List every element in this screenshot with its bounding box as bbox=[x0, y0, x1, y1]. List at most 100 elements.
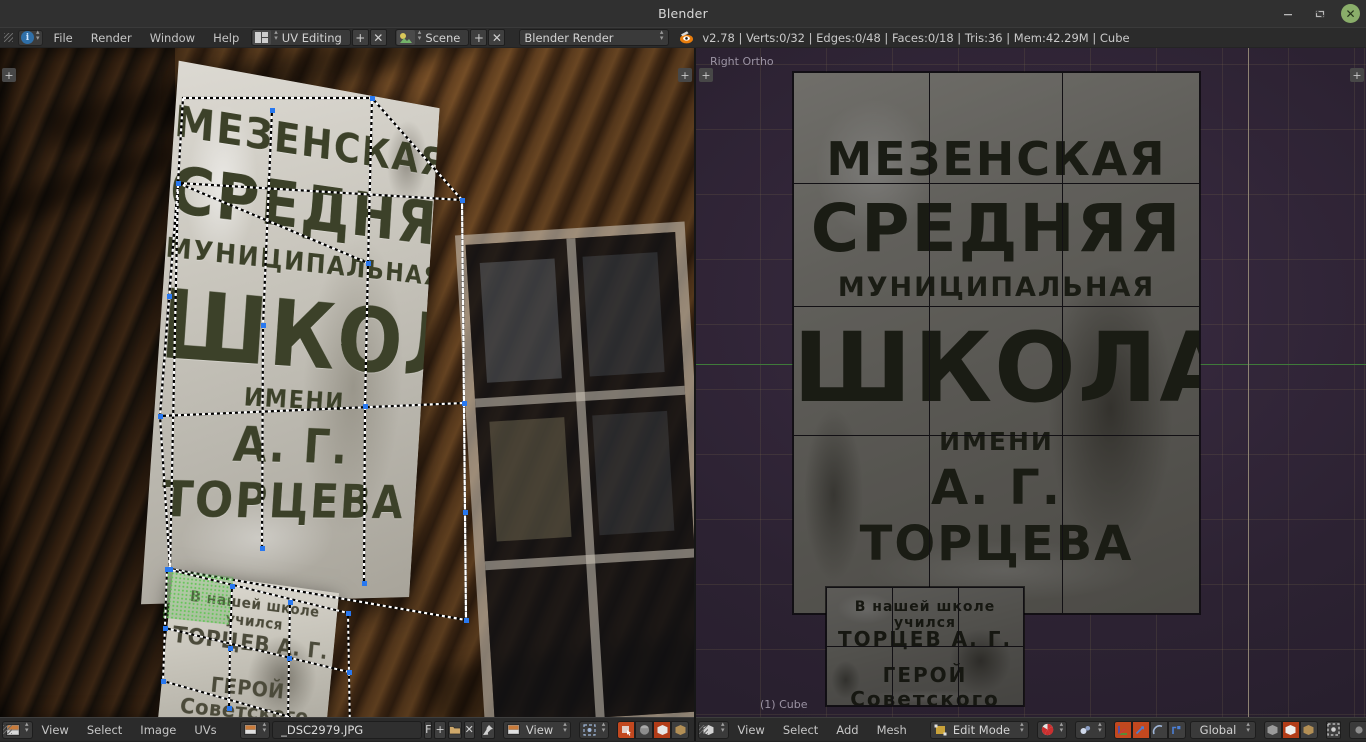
mesh-edge bbox=[1199, 72, 1200, 614]
mesh-plane-large[interactable]: МЕЗЕНСКАЯ СРЕДНЯЯ МУНИЦИПАЛЬНАЯ ШКОЛА ИМ… bbox=[793, 72, 1200, 614]
viewport-right-panel-toggle[interactable]: + bbox=[1350, 68, 1364, 82]
render-engine-dropdown[interactable]: Blender Render ▴▾ bbox=[519, 29, 669, 46]
status-info-text: v2.78 | Verts:0/32 | Edges:0/48 | Faces:… bbox=[702, 31, 1129, 45]
manipulator-toggle-button[interactable] bbox=[1114, 721, 1132, 739]
viewport-left-panel-toggle[interactable]: + bbox=[699, 68, 713, 82]
uv-select-island-button[interactable] bbox=[671, 721, 689, 739]
uv-view-mode-value: View bbox=[523, 723, 560, 737]
axis-line-z bbox=[1248, 48, 1249, 717]
uv-right-panel-toggle[interactable]: + bbox=[678, 68, 692, 82]
image-icon bbox=[504, 722, 523, 738]
close-button[interactable]: ✕ bbox=[1341, 4, 1360, 23]
chevron-updown-icon: ▴▾ bbox=[721, 724, 725, 736]
uv-left-panel-toggle[interactable]: + bbox=[2, 68, 16, 82]
mesh-edge bbox=[826, 587, 827, 706]
snap-element-dropdown[interactable]: ▴▾ bbox=[1349, 721, 1366, 739]
uv-menu-select[interactable]: Select bbox=[78, 718, 131, 742]
photo-sign-large: МЕЗЕНСКАЯ СРЕДНЯЯ МУНИЦИПАЛЬНАЯ ШКОЛА ИМ… bbox=[141, 61, 440, 605]
shading-solid-button[interactable] bbox=[1264, 721, 1282, 739]
scene-value: Scene bbox=[421, 31, 468, 45]
minimize-button[interactable] bbox=[1277, 3, 1299, 25]
fake-user-button[interactable]: F bbox=[424, 721, 432, 739]
mesh-select-mode-icon bbox=[1038, 722, 1057, 738]
chevron-updown-icon: ▴▾ bbox=[1020, 724, 1024, 736]
viewport-header: ▴▾ View Select Add Mesh Edit Mode ▴▾ ▴▾ … bbox=[696, 717, 1366, 741]
mesh-text-line: МЕЗЕНСКАЯ bbox=[793, 132, 1200, 186]
occlude-geometry-button[interactable] bbox=[1326, 721, 1341, 739]
manipulator-scale-button[interactable] bbox=[1168, 721, 1186, 739]
image-data-icon bbox=[241, 722, 260, 738]
add-screen-layout-button[interactable]: + bbox=[352, 29, 369, 46]
shading-material-button[interactable] bbox=[1300, 721, 1318, 739]
pin-image-button[interactable] bbox=[481, 721, 495, 739]
mesh-edge bbox=[793, 183, 1200, 184]
add-scene-button[interactable]: + bbox=[470, 29, 487, 46]
photo-sign-small: В нашей школе учился ТОРЦЕВ А. Г. ГЕРОЙ … bbox=[157, 571, 339, 717]
uv-background-image: МЕЗЕНСКАЯ СРЕДНЯЯ МУНИЦИПАЛЬНАЯ ШКОЛА ИМ… bbox=[0, 48, 694, 717]
pivot-point-dropdown[interactable]: ▴▾ bbox=[1075, 721, 1106, 739]
scene-dropdown[interactable]: ▴▾ Scene bbox=[395, 29, 470, 46]
screen-layout-dropdown[interactable]: ▴▾ UV Editing bbox=[251, 29, 351, 46]
shading-texture-button[interactable] bbox=[1282, 721, 1300, 739]
uv-editor-header: ▴▾ View Select Image UVs ▴▾ _DSC2979.JPG… bbox=[0, 717, 694, 741]
viewport-mode-value: Edit Mode bbox=[950, 723, 1017, 737]
chevron-updown-icon: ▴▾ bbox=[25, 724, 29, 736]
edit-mode-icon bbox=[931, 722, 950, 738]
main-menubar: i ▴▾ File Render Window Help ▴▾ UV Editi… bbox=[0, 27, 1366, 47]
sign-line: А. Г. ТОРЦЕВА bbox=[146, 412, 420, 529]
menu-render[interactable]: Render bbox=[82, 28, 141, 48]
window-controls: ✕ bbox=[1277, 0, 1360, 27]
screen-layout-icon bbox=[253, 30, 271, 45]
mesh-text-line: ИМЕНИ bbox=[793, 427, 1200, 456]
unlink-image-button[interactable]: ✕ bbox=[464, 721, 475, 739]
window-title: Blender bbox=[658, 6, 708, 21]
photo-window bbox=[455, 221, 694, 717]
image-datablock-selector[interactable]: ▴▾ bbox=[240, 721, 271, 739]
manipulator-translate-button[interactable] bbox=[1132, 721, 1150, 739]
menu-window[interactable]: Window bbox=[141, 28, 204, 48]
mesh-text-line: СРЕДНЯЯ bbox=[793, 190, 1200, 267]
uv-menu-view[interactable]: View bbox=[33, 718, 78, 742]
viewport-menu-view[interactable]: View bbox=[729, 718, 774, 742]
uv-select-edge-button[interactable] bbox=[635, 721, 653, 739]
uv-menu-uvs[interactable]: UVs bbox=[185, 718, 225, 742]
chevron-updown-icon: ▴▾ bbox=[263, 724, 267, 736]
new-image-button[interactable]: + bbox=[434, 721, 445, 739]
uv-menu-image[interactable]: Image bbox=[131, 718, 185, 742]
mesh-text-line: А. Г. ТОРЦЕВА bbox=[793, 460, 1200, 572]
transform-orientation-dropdown[interactable]: Global ▴▾ bbox=[1190, 721, 1256, 739]
delete-scene-button[interactable]: ✕ bbox=[488, 29, 505, 46]
mesh-edge bbox=[793, 72, 794, 614]
close-icon: ✕ bbox=[1345, 7, 1355, 21]
manipulator-group bbox=[1114, 721, 1186, 739]
mesh-edge bbox=[929, 72, 930, 614]
viewport-menu-add[interactable]: Add bbox=[827, 718, 867, 742]
render-engine-value: Blender Render bbox=[520, 31, 621, 45]
viewport-menu-mesh[interactable]: Mesh bbox=[868, 718, 916, 742]
viewport-view-label: Right Ortho bbox=[710, 55, 774, 68]
maximize-button[interactable] bbox=[1309, 3, 1331, 25]
open-image-button[interactable] bbox=[448, 721, 462, 739]
uv-view-mode-dropdown[interactable]: View ▴▾ bbox=[503, 721, 571, 739]
viewport-menu-select[interactable]: Select bbox=[774, 718, 827, 742]
uv-image-editor[interactable]: МЕЗЕНСКАЯ СРЕДНЯЯ МУНИЦИПАЛЬНАЯ ШКОЛА ИМ… bbox=[0, 48, 694, 717]
viewport-mode-dropdown[interactable]: Edit Mode ▴▾ bbox=[930, 721, 1029, 739]
mesh-edge bbox=[826, 587, 1024, 588]
editor-type-selector[interactable]: i ▴▾ bbox=[18, 30, 43, 46]
manipulator-rotate-button[interactable] bbox=[1150, 721, 1168, 739]
chevron-updown-icon: ▴▾ bbox=[602, 724, 606, 736]
mesh-text-line: МУНИЦИПАЛЬНАЯ bbox=[793, 272, 1200, 303]
menu-help[interactable]: Help bbox=[204, 28, 248, 48]
uv-sync-selection-toggle[interactable]: ▴▾ bbox=[579, 721, 610, 739]
editor-grip[interactable] bbox=[2, 30, 16, 46]
mesh-edge bbox=[826, 705, 1024, 706]
menu-file[interactable]: File bbox=[45, 28, 82, 48]
3d-viewport[interactable]: Right Ortho (1) Cube МЕЗЕНСКАЯ СРЕДНЯЯ М… bbox=[696, 48, 1366, 717]
delete-screen-layout-button[interactable]: ✕ bbox=[370, 29, 387, 46]
image-name-field[interactable]: _DSC2979.JPG bbox=[272, 721, 422, 739]
uv-select-vertex-button[interactable] bbox=[617, 721, 635, 739]
mesh-select-mode-dropdown[interactable]: ▴▾ bbox=[1037, 721, 1068, 739]
uv-select-face-button[interactable] bbox=[653, 721, 671, 739]
chevron-updown-icon: ▴▾ bbox=[1246, 724, 1250, 736]
chevron-updown-icon: ▴▾ bbox=[1098, 724, 1102, 736]
